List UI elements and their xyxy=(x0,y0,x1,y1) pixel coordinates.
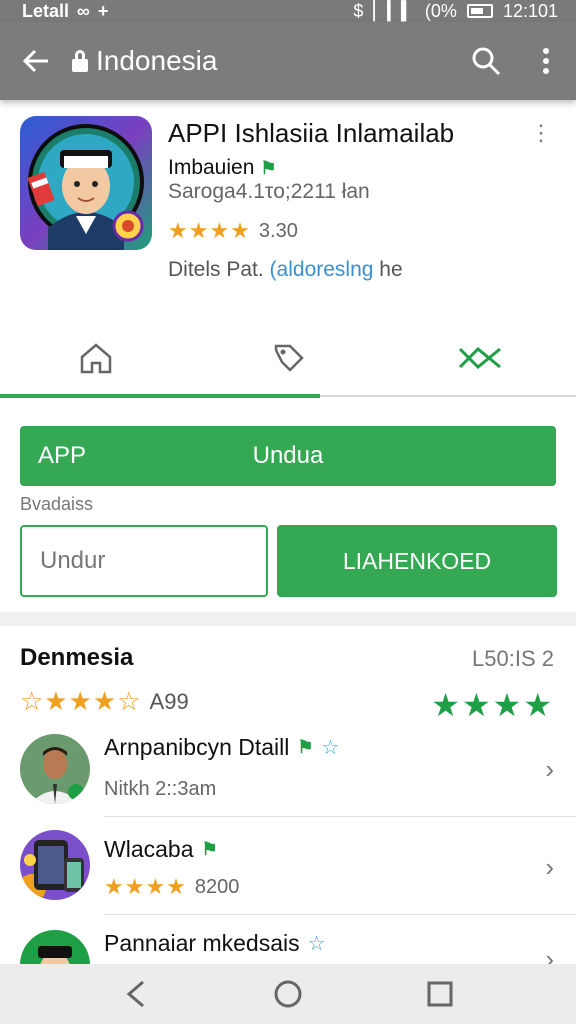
section-label: Bvadaiss xyxy=(20,494,94,514)
search-icon xyxy=(472,47,501,76)
list-item-subtitle: 8200 xyxy=(194,875,240,898)
green-stars-icon: ★★★★ xyxy=(431,687,554,723)
secondary-button-label: Undur xyxy=(40,547,106,574)
list-item-title: Pannaiar mkedsais xyxy=(104,930,300,956)
list-meta: L50:IS 2 xyxy=(472,646,554,671)
blue-star-icon: ☆ xyxy=(307,933,326,955)
rating-row: ★★★★ 3.30 xyxy=(168,218,298,244)
verified-icon: ⚑ xyxy=(297,737,314,757)
back-button[interactable] xyxy=(0,22,72,100)
ribbon-icon xyxy=(458,346,501,370)
rating-stars-icon: ★★★★ xyxy=(168,218,251,243)
avatar xyxy=(20,930,90,964)
tag-icon xyxy=(274,344,304,372)
app-icon[interactable] xyxy=(20,116,152,250)
more-options-button[interactable] xyxy=(516,22,576,100)
tab-tag[interactable] xyxy=(192,320,384,396)
tab-home[interactable] xyxy=(0,320,192,396)
list-item-title: Wlacaba xyxy=(104,836,194,862)
triangle-back-icon xyxy=(126,980,144,1008)
arrow-left-icon xyxy=(22,49,48,73)
square-recents-icon xyxy=(427,981,453,1007)
list-rating-row: ☆★★★☆ A99 xyxy=(20,686,189,717)
green-action-button[interactable]: LIAHENKOED xyxy=(277,525,557,597)
avatar xyxy=(20,734,90,804)
bluetooth-icon: $ xyxy=(353,0,364,21)
chevron-right-icon: › xyxy=(545,944,554,964)
developer-row[interactable]: Imbauien ⚑ xyxy=(168,156,277,180)
circle-home-icon xyxy=(274,980,302,1008)
phone-illustration-icon xyxy=(20,830,90,900)
clock: 12:101 xyxy=(502,0,558,21)
battery-icon xyxy=(466,4,493,18)
blue-star-icon: ☆ xyxy=(321,737,340,759)
nav-back-button[interactable] xyxy=(106,964,166,1024)
home-icon xyxy=(80,343,112,374)
details-prefix: Ditels Pat. xyxy=(168,258,264,281)
primary-install-button[interactable]: APP Undua xyxy=(20,426,556,486)
list-item[interactable]: Wlacaba ⚑ ★★★★ 8200 › xyxy=(0,824,576,922)
details-suffix: he xyxy=(379,258,403,281)
lock-icon xyxy=(72,50,88,72)
tab-ribbon[interactable] xyxy=(384,320,576,396)
list-title: Denmesia xyxy=(20,644,134,671)
section-separator xyxy=(0,612,576,626)
details-line: Ditels Pat. (aldoreslng he xyxy=(168,258,403,282)
list-item-subtitle-row: ★★★★ 8200 xyxy=(104,874,239,900)
carrier-label: Letall xyxy=(22,0,70,21)
list-rating-value: A99 xyxy=(149,688,189,714)
app-subtitle: Saroga4.1τo;2211 łan xyxy=(168,180,370,203)
verified-icon: ⚑ xyxy=(201,839,218,859)
voicemail-icon: ∞ xyxy=(77,0,90,21)
nav-recents-button[interactable] xyxy=(410,964,470,1024)
page-title: Indonesia xyxy=(96,45,218,76)
nav-home-button[interactable] xyxy=(258,964,318,1024)
tab-bar xyxy=(0,320,576,398)
app-bar: Indonesia xyxy=(0,22,576,100)
divider xyxy=(104,816,576,817)
more-vert-icon xyxy=(543,48,549,74)
list-rating-stars-icon: ☆★★★☆ xyxy=(20,686,142,716)
green-button-label: LIAHENKOED xyxy=(342,547,492,574)
list-item[interactable]: Pannaiar mkedsais ☆ › xyxy=(0,922,576,964)
search-button[interactable] xyxy=(456,22,516,100)
item-rating-stars-icon: ★★★★ xyxy=(104,874,187,899)
list-item-title-row: Pannaiar mkedsais ☆ xyxy=(104,930,326,957)
rating-value: 3.30 xyxy=(258,219,298,242)
secondary-button[interactable]: Undur xyxy=(20,525,268,597)
developer-name: Imbauien xyxy=(168,156,255,179)
signal-icon: ▏▎▍ xyxy=(373,0,415,21)
avatar-illustration-icon xyxy=(20,116,152,250)
details-link[interactable]: (aldoreslng xyxy=(270,258,374,281)
list-item-title-row: Arnpanibcyn Dtaill ⚑ ☆ xyxy=(104,734,339,761)
list-item[interactable]: Arnpanibcyn Dtaill ⚑ ☆ Nitkh 2::3am › xyxy=(0,726,576,824)
list-item-subtitle: Nitkh 2::3am xyxy=(104,778,217,800)
person-cap-icon xyxy=(20,930,90,964)
avatar xyxy=(20,830,90,900)
verified-icon: ⚑ xyxy=(260,157,277,178)
divider xyxy=(104,914,576,915)
tab-indicator xyxy=(0,394,320,398)
person-photo-icon xyxy=(20,734,90,804)
list-item-title-row: Wlacaba ⚑ xyxy=(104,836,218,863)
plus-icon: + xyxy=(97,0,109,21)
app-header: APPI Ishlasiia Inlamailab ⋮ Imbauien ⚑ S… xyxy=(20,116,556,296)
primary-button-prefix: APP xyxy=(38,442,87,469)
battery-percent: (0% xyxy=(424,0,457,21)
app-name: APPI Ishlasiia Inlamailab xyxy=(168,118,455,148)
primary-button-label: Undua xyxy=(252,442,324,469)
header-more-icon[interactable]: ⋮ xyxy=(530,120,552,146)
status-bar: Letall ∞ + $ ▏▎▍ (0% 12:101 xyxy=(0,0,576,22)
chevron-right-icon: › xyxy=(545,852,554,882)
list-item-title: Arnpanibcyn Dtaill xyxy=(104,734,290,760)
chevron-right-icon: › xyxy=(545,754,554,784)
system-nav-bar xyxy=(0,964,576,1024)
